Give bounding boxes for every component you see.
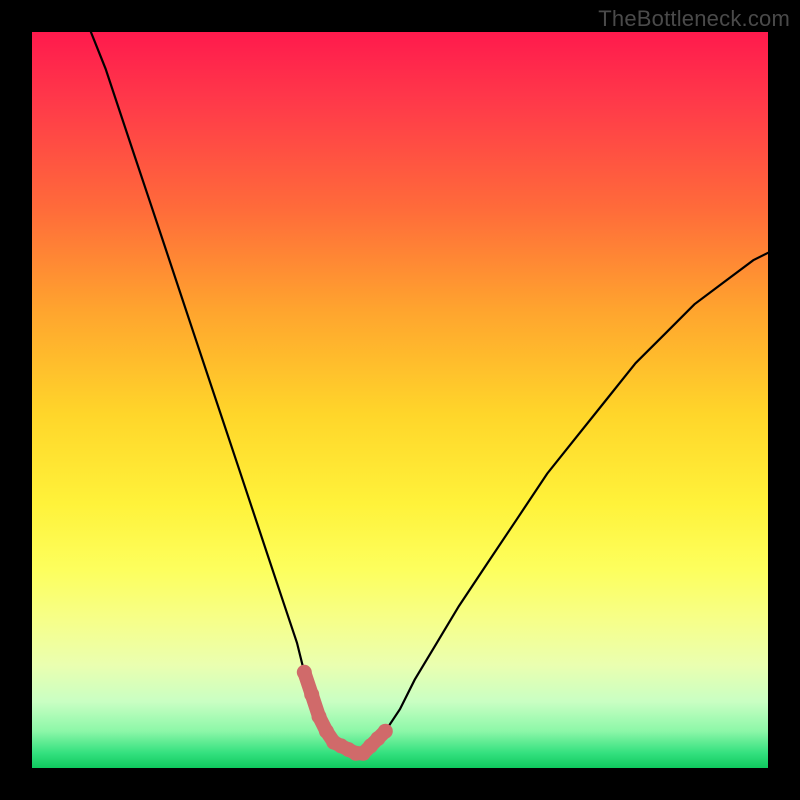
curve-layer bbox=[32, 32, 768, 768]
plot-area bbox=[32, 32, 768, 768]
highlight-dot bbox=[297, 665, 312, 680]
highlight-dot bbox=[378, 724, 393, 739]
chart-frame: TheBottleneck.com bbox=[0, 0, 800, 800]
highlight-dot bbox=[304, 687, 319, 702]
watermark-label: TheBottleneck.com bbox=[598, 6, 790, 32]
highlight-dot bbox=[312, 709, 327, 724]
bottleneck-curve bbox=[91, 32, 768, 753]
